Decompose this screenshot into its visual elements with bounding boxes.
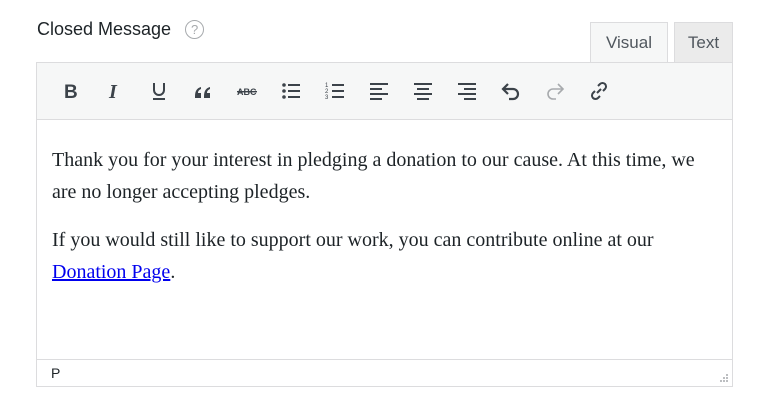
svg-text:3: 3 <box>325 95 329 101</box>
paragraph-2: If you would still like to support our w… <box>52 224 717 288</box>
paragraph-2-end: . <box>170 261 176 283</box>
link-icon <box>590 81 608 101</box>
donation-page-link[interactable]: Donation Page <box>52 261 170 283</box>
editor-toolbar: B I ABC 123 <box>37 63 732 120</box>
bold-button[interactable]: B <box>53 73 89 109</box>
tab-text[interactable]: Text <box>674 22 733 62</box>
strikethrough-button[interactable]: ABC <box>229 73 265 109</box>
align-right-icon <box>458 83 476 100</box>
editor-tabs: Visual Text <box>590 22 733 63</box>
blockquote-icon <box>195 87 210 98</box>
align-center-button[interactable] <box>405 73 441 109</box>
bold-icon: B <box>64 82 78 102</box>
italic-button[interactable]: I <box>97 73 133 109</box>
editor-content[interactable]: Thank you for your interest in pledging … <box>37 120 732 360</box>
editor-statusbar: P <box>37 359 732 386</box>
align-left-icon <box>370 83 388 100</box>
tab-visual[interactable]: Visual <box>590 22 668 63</box>
link-button[interactable] <box>581 73 617 109</box>
undo-icon <box>501 83 520 101</box>
numbered-list-icon: 123 <box>325 83 344 101</box>
element-path[interactable]: P <box>51 365 60 381</box>
help-icon[interactable]: ? <box>185 20 205 39</box>
bullet-list-icon <box>282 83 300 99</box>
field-label-row: Closed Message ? <box>37 19 205 40</box>
align-right-button[interactable] <box>449 73 485 109</box>
underline-button[interactable] <box>141 73 177 109</box>
paragraph-1: Thank you for your interest in pledging … <box>52 149 695 203</box>
strikethrough-icon: ABC <box>237 87 257 97</box>
undo-button[interactable] <box>493 73 529 109</box>
italic-icon: I <box>108 81 118 102</box>
resize-handle-icon[interactable] <box>717 371 729 383</box>
underline-icon <box>153 83 165 100</box>
rich-text-editor: B I ABC 123 Thank you for your interest … <box>36 62 733 387</box>
redo-button[interactable] <box>537 73 573 109</box>
redo-icon <box>547 83 565 100</box>
blockquote-button[interactable] <box>185 73 221 109</box>
field-label: Closed Message <box>37 19 172 39</box>
svg-text:I: I <box>108 81 118 102</box>
align-left-button[interactable] <box>361 73 397 109</box>
bullet-list-button[interactable] <box>273 73 309 109</box>
numbered-list-button[interactable]: 123 <box>317 73 353 109</box>
svg-text:B: B <box>64 82 78 102</box>
paragraph-2-text: If you would still like to support our w… <box>52 229 654 251</box>
align-center-icon <box>414 83 432 100</box>
